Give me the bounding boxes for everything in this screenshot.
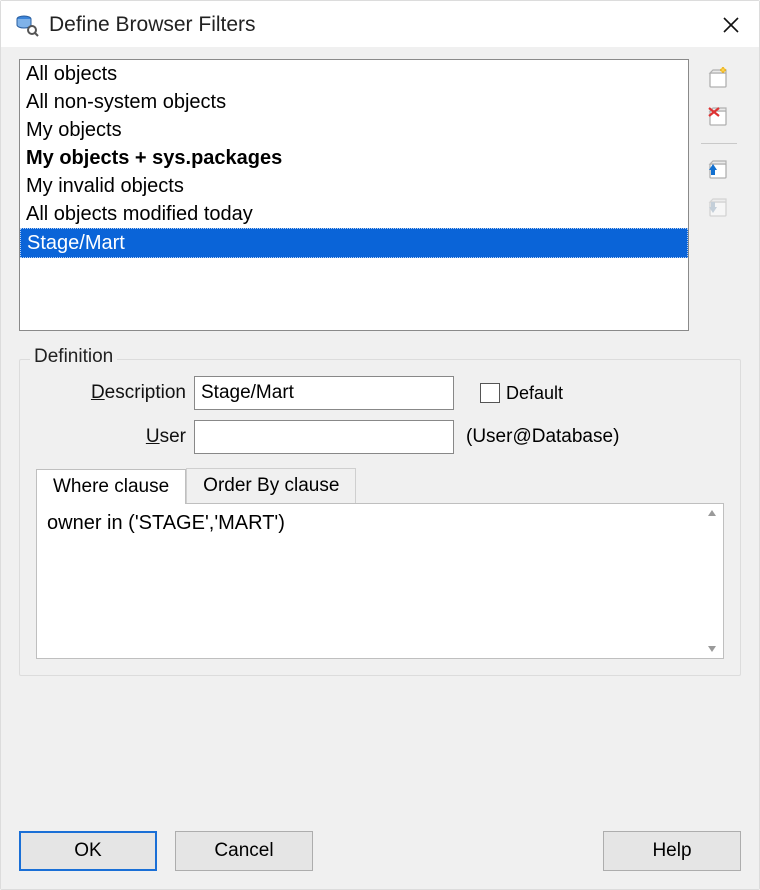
move-down-button[interactable] <box>701 192 737 224</box>
default-label: Default <box>506 383 563 404</box>
help-button[interactable]: Help <box>603 831 741 871</box>
filter-item[interactable]: My objects <box>20 116 688 144</box>
define-browser-filters-dialog: Define Browser Filters All objects All n… <box>0 0 760 890</box>
tab-order-by-clause[interactable]: Order By clause <box>186 468 356 503</box>
clause-tabs: Where clause Order By clause <box>36 468 724 659</box>
filter-item[interactable]: All non-system objects <box>20 88 688 116</box>
textarea-scrollbar[interactable] <box>701 504 723 658</box>
filter-item[interactable]: All objects modified today <box>20 200 688 228</box>
filter-database-icon <box>15 13 39 37</box>
checkbox-icon <box>480 383 500 403</box>
side-toolbar <box>697 59 741 331</box>
ok-button[interactable]: OK <box>19 831 157 871</box>
tab-body <box>36 503 724 659</box>
filters-listbox[interactable]: All objects All non-system objects My ob… <box>19 59 689 331</box>
dialog-buttons: OK Cancel Help <box>1 815 759 889</box>
tab-where-clause[interactable]: Where clause <box>36 469 186 504</box>
user-input[interactable] <box>194 420 454 454</box>
move-down-icon <box>706 196 732 220</box>
default-checkbox[interactable]: Default <box>480 383 563 404</box>
user-row: User (User@Database) <box>36 420 724 454</box>
where-clause-textarea[interactable] <box>37 504 701 658</box>
new-filter-button[interactable] <box>701 63 737 95</box>
scroll-down-icon <box>706 644 718 654</box>
cancel-button[interactable]: Cancel <box>175 831 313 871</box>
move-up-icon <box>706 158 732 182</box>
filter-item-selected[interactable]: Stage/Mart <box>20 228 688 258</box>
dialog-title: Define Browser Filters <box>49 13 717 37</box>
filter-item[interactable]: All objects <box>20 60 688 88</box>
titlebar: Define Browser Filters <box>1 1 759 47</box>
description-row: Description Default <box>36 376 724 410</box>
close-icon <box>722 16 740 34</box>
user-hint: (User@Database) <box>466 426 619 448</box>
filter-item[interactable]: My invalid objects <box>20 172 688 200</box>
scroll-up-icon <box>706 508 718 518</box>
filter-item[interactable]: My objects + sys.packages <box>20 144 688 172</box>
move-up-button[interactable] <box>701 154 737 186</box>
dialog-content: All objects All non-system objects My ob… <box>1 47 759 815</box>
delete-filter-button[interactable] <box>701 101 737 133</box>
tab-strip: Where clause Order By clause <box>36 468 724 503</box>
new-filter-icon <box>706 67 732 91</box>
filters-area: All objects All non-system objects My ob… <box>19 59 741 331</box>
toolbar-separator <box>701 143 737 144</box>
group-label: Definition <box>30 346 117 368</box>
delete-filter-icon <box>706 105 732 129</box>
definition-group: Definition Description Default User (Use… <box>19 359 741 676</box>
description-input[interactable] <box>194 376 454 410</box>
close-button[interactable] <box>717 11 745 39</box>
description-label: Description <box>36 382 186 404</box>
user-label: User <box>36 426 186 448</box>
